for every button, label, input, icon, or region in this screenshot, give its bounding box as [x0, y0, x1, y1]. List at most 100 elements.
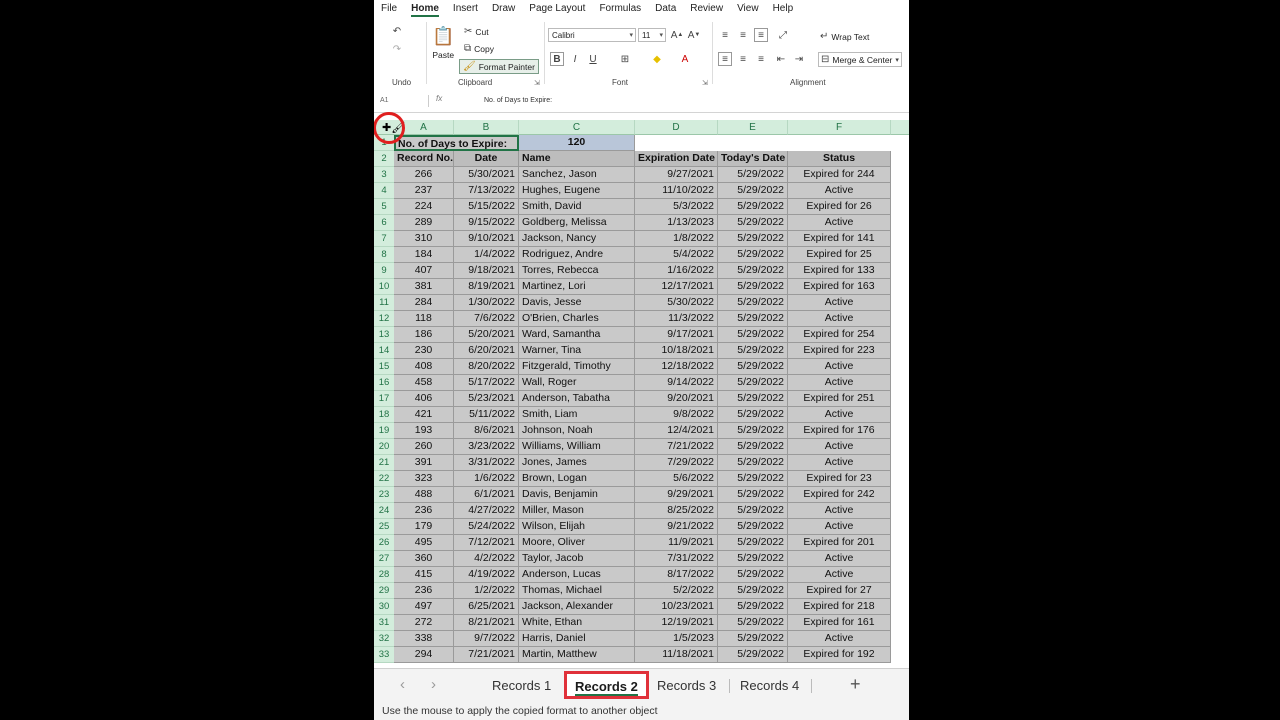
cell-status[interactable]: Expired for 163	[788, 279, 891, 295]
launcher-icon[interactable]: ⇲	[702, 79, 708, 87]
cell-expiration-date[interactable]: 8/17/2022	[635, 567, 718, 583]
font-size-select[interactable]: 11 ▾	[638, 28, 666, 42]
cell-record-no[interactable]: 310	[394, 231, 454, 247]
cell-expiration-date[interactable]: 9/21/2022	[635, 519, 718, 535]
align-left-icon[interactable]: ≡	[718, 52, 732, 66]
row-header[interactable]: 16	[374, 375, 394, 391]
cell-todays-date[interactable]: 5/29/2022	[718, 327, 788, 343]
cell-status[interactable]: Active	[788, 567, 891, 583]
cell-expiration-date[interactable]: 9/29/2021	[635, 487, 718, 503]
cell-date[interactable]: 7/13/2022	[454, 183, 519, 199]
cell-status[interactable]: Active	[788, 311, 891, 327]
cell-record-no[interactable]: 488	[394, 487, 454, 503]
cell-todays-date[interactable]: 5/29/2022	[718, 183, 788, 199]
underline-icon[interactable]: U	[586, 52, 600, 66]
cell-todays-date[interactable]: 5/29/2022	[718, 471, 788, 487]
cell-todays-date[interactable]: 5/29/2022	[718, 311, 788, 327]
cell-expiration-date[interactable]: 10/18/2021	[635, 343, 718, 359]
row-header[interactable]: 7	[374, 231, 394, 247]
cell-name[interactable]: Brown, Logan	[519, 471, 635, 487]
cell-expiration-date[interactable]: 1/8/2022	[635, 231, 718, 247]
cell-status[interactable]: Expired for 254	[788, 327, 891, 343]
cell-todays-date[interactable]: 5/29/2022	[718, 631, 788, 647]
cell-date[interactable]: 8/19/2021	[454, 279, 519, 295]
cell-todays-date[interactable]: 5/29/2022	[718, 279, 788, 295]
cell-todays-date[interactable]: 5/29/2022	[718, 343, 788, 359]
cell-date[interactable]: 7/6/2022	[454, 311, 519, 327]
row-header[interactable]: 9	[374, 263, 394, 279]
cell-expiration-date[interactable]: 1/5/2023	[635, 631, 718, 647]
cell-record-no[interactable]: 289	[394, 215, 454, 231]
row-header[interactable]: 28	[374, 567, 394, 583]
cell-date[interactable]: 6/20/2021	[454, 343, 519, 359]
row-header[interactable]: 15	[374, 359, 394, 375]
sheet-tab-records-2[interactable]: Records 2	[564, 671, 649, 699]
row-header[interactable]: 17	[374, 391, 394, 407]
column-header-e[interactable]: E	[718, 120, 788, 135]
cell-status[interactable]: Active	[788, 503, 891, 519]
cell-expiration-date[interactable]: 9/17/2021	[635, 327, 718, 343]
cell-todays-date[interactable]: 5/29/2022	[718, 455, 788, 471]
empty-cell[interactable]	[788, 135, 891, 151]
font-name-select[interactable]: Calibri ▾	[548, 28, 636, 42]
cell-name[interactable]: Martinez, Lori	[519, 279, 635, 295]
font-color-icon[interactable]: A	[678, 52, 692, 66]
row-header[interactable]: 8	[374, 247, 394, 263]
cell-status[interactable]: Expired for 26	[788, 199, 891, 215]
cell-date[interactable]: 7/12/2021	[454, 535, 519, 551]
cell-expiration-date[interactable]: 1/13/2023	[635, 215, 718, 231]
cell-name[interactable]: Wall, Roger	[519, 375, 635, 391]
header-todays-date[interactable]: Today's Date	[718, 151, 788, 167]
tab-help[interactable]: Help	[766, 0, 801, 18]
row-header[interactable]: 11	[374, 295, 394, 311]
cell-name[interactable]: Jones, James	[519, 455, 635, 471]
row-header[interactable]: 21	[374, 455, 394, 471]
align-bottom-icon[interactable]: ≡	[754, 28, 768, 42]
cell-name[interactable]: Jackson, Alexander	[519, 599, 635, 615]
row-header[interactable]: 29	[374, 583, 394, 599]
cell-expiration-date[interactable]: 9/14/2022	[635, 375, 718, 391]
cell-record-no[interactable]: 421	[394, 407, 454, 423]
cell-expiration-date[interactable]: 12/18/2022	[635, 359, 718, 375]
cell-record-no[interactable]: 184	[394, 247, 454, 263]
row-header[interactable]: 14	[374, 343, 394, 359]
increase-font-icon[interactable]: A ▲	[670, 28, 684, 42]
name-box[interactable]: A1	[380, 95, 429, 107]
cell-record-no[interactable]: 338	[394, 631, 454, 647]
cell-name[interactable]: Miller, Mason	[519, 503, 635, 519]
cell-status[interactable]: Expired for 141	[788, 231, 891, 247]
cell-todays-date[interactable]: 5/29/2022	[718, 599, 788, 615]
cell-expiration-date[interactable]: 12/19/2021	[635, 615, 718, 631]
row-header[interactable]: 23	[374, 487, 394, 503]
align-top-icon[interactable]: ≡	[718, 28, 732, 42]
tab-file[interactable]: File	[374, 0, 404, 18]
cell-expiration-date[interactable]: 5/6/2022	[635, 471, 718, 487]
cell-record-no[interactable]: 186	[394, 327, 454, 343]
cell-status[interactable]: Expired for 244	[788, 167, 891, 183]
cell-status[interactable]: Active	[788, 519, 891, 535]
align-middle-icon[interactable]: ≡	[736, 28, 750, 42]
cell-expiration-date[interactable]: 10/23/2021	[635, 599, 718, 615]
cell-todays-date[interactable]: 5/29/2022	[718, 583, 788, 599]
tab-review[interactable]: Review	[683, 0, 730, 18]
cell-name[interactable]: Fitzgerald, Timothy	[519, 359, 635, 375]
row-header[interactable]: 31	[374, 615, 394, 631]
cell-status[interactable]: Expired for 251	[788, 391, 891, 407]
cell-expiration-date[interactable]: 9/8/2022	[635, 407, 718, 423]
tab-formulas[interactable]: Formulas	[592, 0, 648, 18]
paste-button[interactable]: 📋 Paste	[432, 26, 454, 60]
cell-name[interactable]: Davis, Benjamin	[519, 487, 635, 503]
cell-todays-date[interactable]: 5/29/2022	[718, 199, 788, 215]
wrap-text-button[interactable]: ↵ Wrap Text	[820, 31, 869, 42]
cell-record-no[interactable]: 236	[394, 503, 454, 519]
column-header-b[interactable]: B	[454, 120, 519, 135]
cell-name[interactable]: White, Ethan	[519, 615, 635, 631]
cell-expiration-date[interactable]: 12/17/2021	[635, 279, 718, 295]
cell-name[interactable]: Davis, Jesse	[519, 295, 635, 311]
cell-record-no[interactable]: 284	[394, 295, 454, 311]
cell-record-no[interactable]: 224	[394, 199, 454, 215]
cell-expiration-date[interactable]: 5/4/2022	[635, 247, 718, 263]
cell-expiration-date[interactable]: 7/21/2022	[635, 439, 718, 455]
cell-expiration-date[interactable]: 1/16/2022	[635, 263, 718, 279]
cell-status[interactable]: Active	[788, 215, 891, 231]
